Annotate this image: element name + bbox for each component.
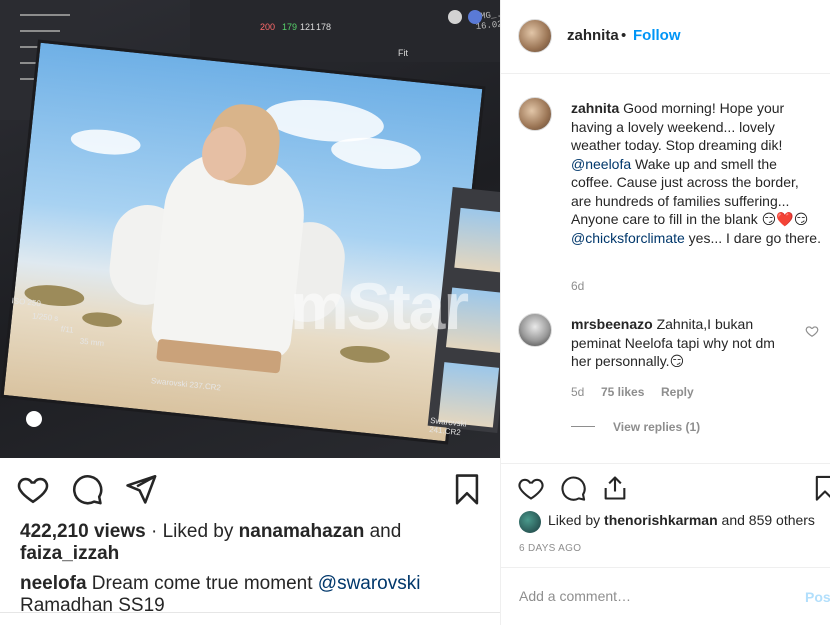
add-comment-input[interactable] <box>519 588 769 604</box>
caption-username[interactable]: neelofa <box>20 573 87 594</box>
mstar-watermark: mStar <box>290 268 469 344</box>
histogram-green-value: 179 <box>282 22 298 32</box>
liked-user-link[interactable]: nanamahazan <box>239 521 365 542</box>
caption-comment: zahnita Good morning! Hope your having a… <box>571 99 821 247</box>
share-paper-plane-icon[interactable] <box>124 472 158 506</box>
liked-by-text: · Liked by <box>145 521 239 542</box>
camera-aperture-label: f/11 <box>60 324 75 335</box>
comment-bar: Post <box>501 567 830 625</box>
save-bookmark-icon[interactable] <box>811 474 830 502</box>
post-actions <box>501 463 830 511</box>
histogram-extra-value: 178 <box>316 22 332 32</box>
post-comment-button[interactable]: Post <box>805 589 830 605</box>
screenshot: 200 179 121 178 IMG_... 15-16.02.2012.co… <box>0 0 830 625</box>
view-count: 422,210 views <box>20 521 146 542</box>
author-username[interactable]: zahnita <box>567 27 619 44</box>
camera-focal-label: 35 mm <box>79 336 105 349</box>
caption-mention-link[interactable]: @swarovski <box>318 573 421 594</box>
liked-by-others[interactable]: and 859 others <box>718 512 815 528</box>
view-replies-line <box>571 426 595 427</box>
thumbnail[interactable] <box>454 207 500 274</box>
commenter-username[interactable]: mrsbeenazo <box>571 316 653 332</box>
post-side-panel: zahnita • Follow zahnita Good morning! H… <box>500 0 830 625</box>
like-heart-icon[interactable] <box>16 472 50 506</box>
caption-age[interactable]: 6d <box>571 279 584 293</box>
share-upload-icon[interactable] <box>601 474 629 502</box>
liked-by-prefix: Liked by <box>548 512 605 528</box>
author-avatar[interactable] <box>518 19 552 53</box>
editor-top-bar: 200 179 121 178 IMG_... 15-16.02.2012.co… <box>190 0 500 62</box>
liked-and-text: and <box>364 521 402 542</box>
left-post-actions <box>0 458 500 514</box>
like-heart-icon[interactable] <box>517 474 545 502</box>
post-photo[interactable]: 200 179 121 178 IMG_... 15-16.02.2012.co… <box>0 0 500 458</box>
watermark-text: mStar <box>290 269 469 343</box>
liker-avatar[interactable] <box>519 511 541 533</box>
caption-author-username[interactable]: zahnita <box>571 100 619 116</box>
divider <box>0 612 500 613</box>
comment-bubble-icon[interactable] <box>559 474 587 502</box>
fit-label: Fit <box>398 48 408 58</box>
embedded-post: 200 179 121 178 IMG_... 15-16.02.2012.co… <box>0 0 500 625</box>
caption-text: Dream come true moment <box>86 573 318 594</box>
histogram-white-value: 121 <box>300 22 316 32</box>
caption-text: yes... I dare go there. <box>684 229 821 246</box>
file-caption: Swarovski 237.CR2 <box>150 376 222 393</box>
mention-link[interactable]: @chicksforclimate <box>571 230 685 246</box>
post-timestamp[interactable]: 6 DAYS AGO <box>519 543 581 554</box>
commenter-avatar[interactable] <box>518 313 552 347</box>
camera-shutter-label: 1/250 s <box>31 311 59 324</box>
header-separator: • <box>621 27 627 44</box>
toolbar-dot-icon <box>448 10 462 24</box>
comment-age[interactable]: 5d <box>571 385 584 399</box>
comment-like-heart-icon[interactable] <box>805 324 819 338</box>
post-header: zahnita • Follow <box>501 0 830 74</box>
editor-preview-image: ISO 250 1/250 s f/11 35 mm Swarovski 237… <box>0 39 486 445</box>
camera-iso-label: ISO 250 <box>11 296 42 309</box>
comment: mrsbeenazo Zahnita,I bukan peminat Neelo… <box>571 315 796 371</box>
comment-bubble-icon[interactable] <box>70 472 104 506</box>
toolbar-dot-icon <box>468 10 482 24</box>
views-and-likes: 422,210 views · Liked by nanamahazan and… <box>20 521 490 565</box>
comment-likes[interactable]: 75 likes <box>601 385 644 399</box>
left-post-caption: neelofa Dream come true moment @swarovsk… <box>20 573 490 617</box>
save-bookmark-icon[interactable] <box>450 472 484 506</box>
mention-link[interactable]: @neelofa <box>571 156 631 172</box>
caption-author-avatar[interactable] <box>518 97 552 131</box>
liked-by: Liked by thenorishkarman and 859 others <box>548 512 815 528</box>
histogram-red-value: 200 <box>260 22 276 32</box>
touch-indicator-icon <box>26 411 42 427</box>
liked-by-user-link[interactable]: thenorishkarman <box>604 512 718 528</box>
view-replies-button[interactable]: View replies (1) <box>613 420 700 434</box>
follow-button[interactable]: Follow <box>633 27 681 44</box>
reply-button[interactable]: Reply <box>661 385 694 399</box>
liked-user-link[interactable]: faiza_izzah <box>20 543 119 564</box>
